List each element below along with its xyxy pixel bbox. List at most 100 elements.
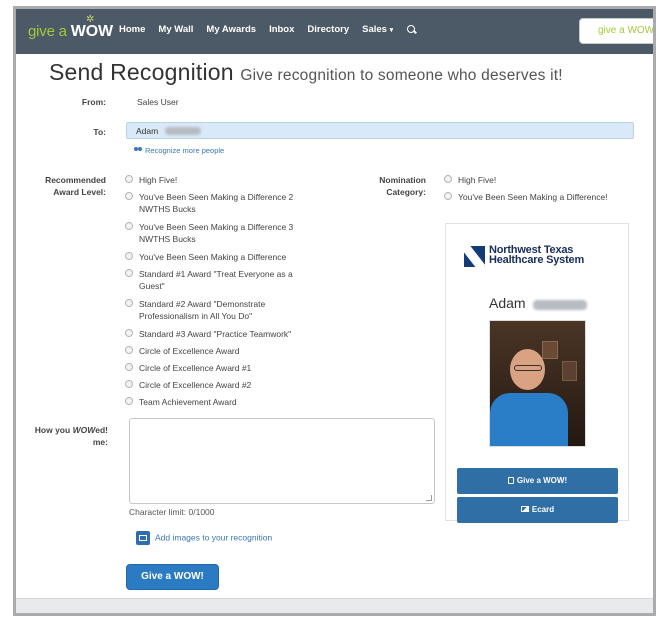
nav-sales-label: Sales — [362, 24, 387, 35]
award-option[interactable]: Circle of Excellence Award #1 — [125, 362, 310, 374]
award-option-label: High Five! — [139, 175, 178, 185]
recipient-card-name: Adam — [489, 295, 526, 311]
nomination-label-line-1: Nomination — [379, 175, 426, 185]
organization-logo-icon — [464, 246, 485, 267]
add-images-text: Add images to your recognition — [155, 532, 273, 543]
card-give-wow-button[interactable]: Give a WOW! — [457, 468, 618, 494]
recipient-surname-blurred — [165, 127, 201, 135]
page-title-row: Send Recognition Give recognition to som… — [49, 59, 563, 86]
radio-button[interactable] — [444, 175, 452, 183]
award-option-label: Circle of Excellence Award #2 — [139, 380, 252, 390]
nav-menu: Home My Wall My Awards Inbox Directory S… — [119, 24, 417, 35]
award-level-label-line-2: Award Level: — [53, 187, 106, 197]
award-option-label: Circle of Excellence Award — [139, 346, 240, 356]
radio-button[interactable] — [125, 299, 133, 307]
users-icon — [134, 147, 143, 153]
nomination-option[interactable]: High Five! — [444, 174, 634, 186]
award-level-label-line-1: Recommended — [45, 175, 106, 185]
award-option-label: You've Been Seen Making a Difference — [139, 252, 287, 262]
radio-button[interactable] — [125, 329, 133, 337]
award-option-label: You've Been Seen Making a Difference 3 N… — [139, 222, 294, 244]
top-navbar: give a WOW ✲ Home My Wall My Awards Inbo… — [16, 9, 653, 54]
award-option[interactable]: Circle of Excellence Award #2 — [125, 379, 310, 391]
radio-button[interactable] — [125, 380, 133, 388]
radio-button[interactable] — [444, 192, 452, 200]
app-frame: give a WOW ✲ Home My Wall My Awards Inbo… — [13, 6, 656, 616]
card-ecard-label: Ecard — [531, 505, 555, 514]
organization-name: Northwest Texas Healthcare System — [489, 245, 585, 266]
recipient-card-first-name: Adam — [489, 295, 526, 311]
recognize-more-link[interactable]: Recognize more people — [134, 146, 224, 155]
footer-bar — [16, 598, 653, 613]
radio-button[interactable] — [125, 363, 133, 371]
nomination-option[interactable]: You've Been Seen Making a Difference! — [444, 191, 634, 203]
radio-button[interactable] — [125, 222, 133, 230]
nav-home[interactable]: Home — [119, 24, 145, 35]
nav-directory[interactable]: Directory — [307, 24, 349, 35]
award-option[interactable]: High Five! — [125, 174, 310, 186]
radio-button[interactable] — [125, 192, 133, 200]
nomination-label-line-2: Category: — [386, 187, 426, 197]
nav-my-wall[interactable]: My Wall — [158, 24, 193, 35]
recipient-name: Adam — [136, 126, 159, 136]
from-label: From: — [81, 97, 106, 107]
resize-handle-icon[interactable] — [426, 495, 432, 501]
award-level-label: Recommended Award Level: — [26, 174, 106, 198]
page-title: Send Recognition — [49, 59, 234, 85]
message-textarea[interactable] — [129, 418, 435, 504]
wowed-label-em: WOW — [72, 425, 96, 435]
wowed-label-line-2: ed! — [95, 425, 108, 435]
nav-my-awards[interactable]: My Awards — [206, 24, 256, 35]
wowed-label: How you WOWed! me: — [18, 424, 108, 448]
radio-button[interactable] — [125, 346, 133, 354]
card-ecard-button[interactable]: Ecard — [457, 497, 618, 523]
page-subtitle: Give recognition to someone who deserves… — [240, 67, 563, 84]
award-option[interactable]: Circle of Excellence Award — [125, 345, 310, 357]
radio-button[interactable] — [125, 175, 133, 183]
award-option-label: Circle of Excellence Award #1 — [139, 363, 252, 373]
to-field[interactable]: Adam — [126, 122, 634, 139]
brand-prefix: give a — [28, 23, 67, 40]
picture-icon — [520, 506, 529, 512]
character-limit: Character limit: 0/1000 — [129, 507, 215, 517]
give-wow-submit-button[interactable]: Give a WOW! — [126, 564, 219, 590]
award-option[interactable]: Standard #3 Award "Practice Teamwork" — [125, 328, 310, 340]
award-option-label: You've Been Seen Making a Difference 2 N… — [139, 192, 294, 214]
recipient-card-surname-blurred — [533, 300, 587, 310]
nav-sales-dropdown[interactable]: Sales ▾ — [362, 24, 393, 35]
award-option-label: Standard #1 Award "Treat Everyone as a G… — [139, 269, 293, 291]
award-option[interactable]: Standard #1 Award "Treat Everyone as a G… — [125, 268, 310, 292]
from-value: Sales User — [137, 97, 179, 107]
award-option-label: Standard #3 Award "Practice Teamwork" — [139, 329, 292, 339]
add-images-link[interactable]: Add images to your recognition — [136, 531, 272, 545]
to-label: To: — [93, 127, 106, 137]
right-brand-box[interactable]: give a WOW — [579, 18, 655, 44]
award-option-label: Team Achievement Award — [139, 397, 237, 407]
award-option-label: Standard #2 Award "Demonstrate Professio… — [139, 299, 266, 321]
nomination-option-label: High Five! — [458, 175, 497, 185]
award-option[interactable]: You've Been Seen Making a Difference 3 N… — [125, 221, 310, 245]
right-brand-text: give a WOW — [598, 25, 655, 36]
nav-inbox[interactable]: Inbox — [269, 24, 294, 35]
brand-word: WOW — [70, 23, 113, 40]
search-icon[interactable] — [406, 24, 417, 35]
chevron-down-icon: ▾ — [389, 27, 394, 34]
nomination-option-label: You've Been Seen Making a Difference! — [458, 192, 608, 202]
award-option[interactable]: Standard #2 Award "Demonstrate Professio… — [125, 298, 310, 322]
wowed-label-line-3: me: — [92, 437, 108, 447]
card-give-wow-label: Give a WOW! — [516, 476, 568, 485]
award-option[interactable]: Team Achievement Award — [125, 396, 310, 408]
recipient-photo — [489, 320, 586, 447]
wowed-label-line-1: How you — [34, 425, 71, 435]
award-option[interactable]: You've Been Seen Making a Difference 2 N… — [125, 191, 310, 215]
recipient-card: Northwest Texas Healthcare System Adam G… — [445, 223, 629, 523]
radio-button[interactable] — [125, 397, 133, 405]
image-icon — [136, 531, 150, 545]
brand-logo[interactable]: give a WOW ✲ — [28, 14, 113, 41]
award-option[interactable]: You've Been Seen Making a Difference — [125, 251, 310, 263]
organization-name-line-2: Healthcare System — [489, 254, 585, 266]
nomination-category-label: Nomination Category: — [346, 174, 426, 198]
thumbs-up-icon — [507, 477, 514, 484]
radio-button[interactable] — [125, 269, 133, 277]
radio-button[interactable] — [125, 252, 133, 260]
